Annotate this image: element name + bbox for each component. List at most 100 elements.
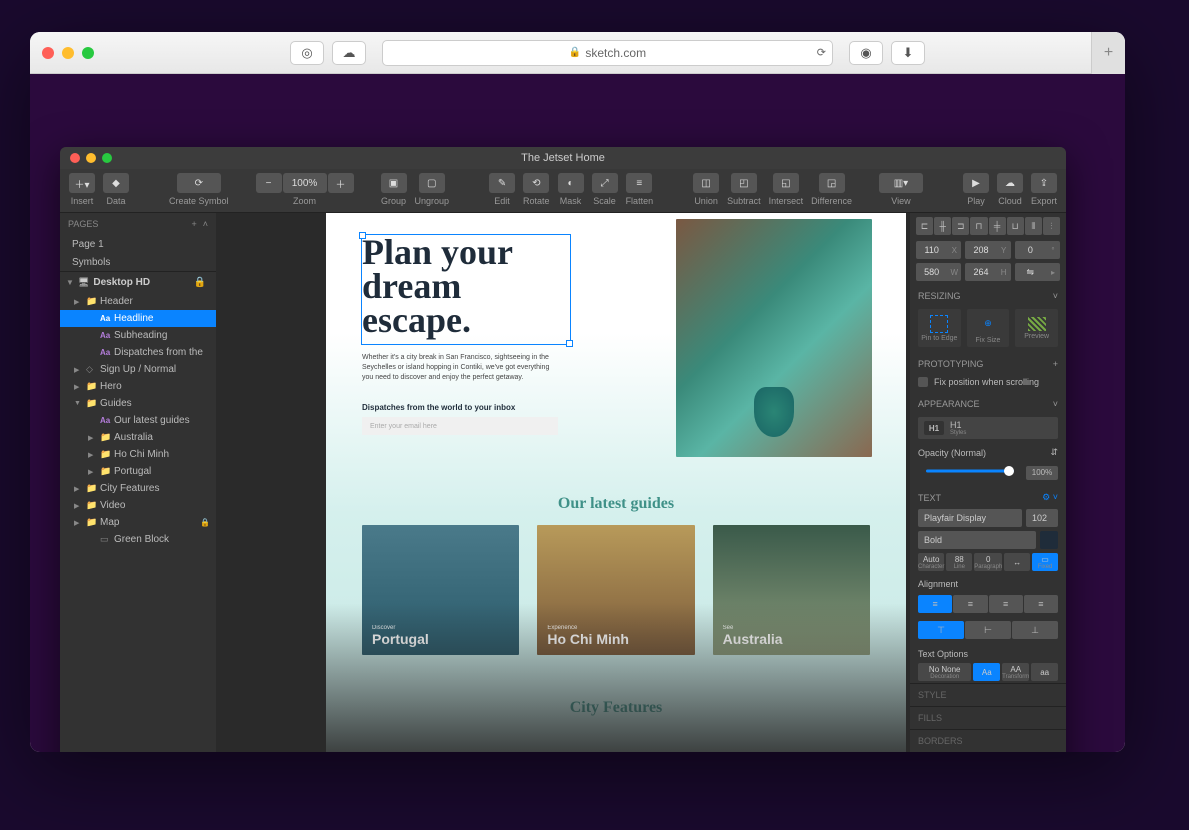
page-item[interactable]: Symbols <box>60 253 216 271</box>
rotation-input[interactable]: 0° <box>1015 241 1060 259</box>
text-align-right[interactable]: ≡ <box>989 595 1023 613</box>
layer-row[interactable]: ▶📁City Features <box>60 480 216 497</box>
text-color-swatch[interactable] <box>1040 531 1058 549</box>
email-input-placeholder[interactable]: Enter your email here <box>362 417 558 435</box>
layer-row[interactable]: ▶📁Ho Chi Minh <box>60 446 216 463</box>
layer-row[interactable]: ▶📁Hero <box>60 378 216 395</box>
create-symbol-tool[interactable]: ⟳Create Symbol <box>169 173 229 208</box>
text-transform-none[interactable]: Aa <box>973 663 1000 681</box>
layer-row[interactable]: AaOur latest guides <box>60 412 216 429</box>
fills-section[interactable]: FILLS <box>910 706 1066 729</box>
export-tool[interactable]: ⇪Export <box>1031 173 1057 208</box>
align-center-h-button[interactable]: ╫ <box>934 217 951 235</box>
text-valign-bottom[interactable]: ⊥ <box>1012 621 1058 639</box>
insert-tool[interactable]: ＋▾Insert <box>69 173 95 208</box>
intersect-tool[interactable]: ◱Intersect <box>769 173 804 208</box>
text-decoration[interactable]: No NoneDecoration <box>918 663 971 681</box>
text-align-left[interactable]: ≡ <box>918 595 952 613</box>
new-tab-button[interactable]: + <box>1091 32 1125 74</box>
hero-image[interactable] <box>676 219 872 457</box>
fixed-width-button[interactable]: ▭Fixed <box>1032 553 1058 571</box>
mask-tool[interactable]: ◐Mask <box>558 173 584 208</box>
add-page-icon[interactable]: + <box>191 219 196 229</box>
align-bottom-button[interactable]: ⊔ <box>1007 217 1024 235</box>
scale-tool[interactable]: ⤢Scale <box>592 173 618 208</box>
flip-controls[interactable]: ⇋▸ <box>1015 263 1060 281</box>
layer-row[interactable]: ▶📁Portugal <box>60 463 216 480</box>
appearance-header[interactable]: APPEARANCE˅ <box>910 391 1066 413</box>
text-transform-lower[interactable]: aa <box>1031 663 1058 681</box>
opacity-value[interactable]: 100% <box>1026 466 1058 480</box>
union-tool[interactable]: ◫Union <box>693 173 719 208</box>
pin-to-edge-button[interactable]: Pin to Edge <box>918 309 961 347</box>
layer-row[interactable]: ▶📁Australia <box>60 429 216 446</box>
layer-row[interactable]: ▶◇Sign Up / Normal <box>60 361 216 378</box>
artboard-header[interactable]: ▼ 🖥 Desktop HD 🔒 <box>60 271 216 293</box>
reader-button[interactable]: ◉ <box>849 41 883 65</box>
privacy-report-button[interactable]: ◎ <box>290 41 324 65</box>
subtract-tool[interactable]: ◰Subtract <box>727 173 761 208</box>
layer-row[interactable]: ▶📁Video <box>60 497 216 514</box>
borders-section[interactable]: BORDERS <box>910 729 1066 752</box>
page-item[interactable]: Page 1 <box>60 235 216 253</box>
distribute-h-button[interactable]: ⫴ <box>1025 217 1042 235</box>
layer-row[interactable]: AaHeadline <box>60 310 216 327</box>
text-valign-middle[interactable]: ⊢ <box>965 621 1011 639</box>
font-weight-input[interactable]: Bold <box>918 531 1036 549</box>
icloud-button[interactable]: ☁ <box>332 41 366 65</box>
layer-row[interactable]: AaDispatches from the <box>60 344 216 361</box>
y-input[interactable]: 208Y <box>965 241 1010 259</box>
fix-position-checkbox[interactable]: Fix position when scrolling <box>910 373 1066 391</box>
layer-row[interactable]: ▭Green Block <box>60 531 216 548</box>
difference-tool[interactable]: ◲Difference <box>811 173 852 208</box>
ungroup-tool[interactable]: ▢Ungroup <box>415 173 450 208</box>
subheading-text[interactable]: Whether it's a city break in San Francis… <box>362 353 557 382</box>
layer-row[interactable]: ▶📁Header <box>60 293 216 310</box>
font-family-input[interactable]: Playfair Display <box>918 509 1022 527</box>
character-spacing[interactable]: AutoCharacter <box>918 553 944 571</box>
cloud-tool[interactable]: ☁Cloud <box>997 173 1023 208</box>
text-valign-top[interactable]: ⊤ <box>918 621 964 639</box>
rotate-tool[interactable]: ⟲Rotate <box>523 173 550 208</box>
group-tool[interactable]: ▣Group <box>381 173 407 208</box>
align-center-v-button[interactable]: ╪ <box>989 217 1006 235</box>
line-height[interactable]: 88Line <box>946 553 972 571</box>
text-transform-upper[interactable]: AATransform <box>1002 663 1029 681</box>
distribute-v-button[interactable]: ⫶ <box>1043 217 1060 235</box>
play-tool[interactable]: ▶Play <box>963 173 989 208</box>
guides-title[interactable]: Our latest guides <box>326 495 906 513</box>
sketch-maximize-button[interactable] <box>102 153 112 163</box>
minimize-window-button[interactable] <box>62 47 74 59</box>
layer-row[interactable]: ▼📁Guides <box>60 395 216 412</box>
dispatch-label[interactable]: Dispatches from the world to your inbox <box>362 403 515 412</box>
downloads-button[interactable]: ⬇ <box>891 41 925 65</box>
align-left-button[interactable]: ⊏ <box>916 217 933 235</box>
layer-row[interactable]: ▶📁Map🔒 <box>60 514 216 531</box>
height-input[interactable]: 264H <box>965 263 1010 281</box>
font-size-input[interactable]: 102 <box>1026 509 1058 527</box>
headline-layer[interactable]: Plan your dream escape. <box>362 235 570 344</box>
view-tool[interactable]: ▥▾View <box>879 173 923 208</box>
collapse-pages-icon[interactable]: ˄ <box>203 219 208 229</box>
align-top-button[interactable]: ⊓ <box>970 217 987 235</box>
edit-tool[interactable]: ✎Edit <box>489 173 515 208</box>
text-align-center[interactable]: ≡ <box>953 595 987 613</box>
layer-row[interactable]: AaSubheading <box>60 327 216 344</box>
text-style-selector[interactable]: H1 H1Styles <box>918 417 1058 439</box>
reload-icon[interactable]: ⟳ <box>817 46 826 59</box>
prototyping-header[interactable]: PROTOTYPING+ <box>910 351 1066 373</box>
flatten-tool[interactable]: ≡Flatten <box>626 173 654 208</box>
paragraph-spacing[interactable]: 0Paragraph <box>974 553 1002 571</box>
close-window-button[interactable] <box>42 47 54 59</box>
data-tool[interactable]: ◆Data <box>103 173 129 208</box>
width-input[interactable]: 580W <box>916 263 961 281</box>
maximize-window-button[interactable] <box>82 47 94 59</box>
canvas[interactable]: Plan your dream escape. Whether it's a c… <box>216 213 910 752</box>
style-section[interactable]: STYLE <box>910 683 1066 706</box>
resize-preview-button[interactable]: Preview <box>1015 309 1058 347</box>
auto-width-button[interactable]: ↔ <box>1004 553 1030 571</box>
align-right-button[interactable]: ⊐ <box>952 217 969 235</box>
text-align-justify[interactable]: ≡ <box>1024 595 1058 613</box>
sketch-minimize-button[interactable] <box>86 153 96 163</box>
fix-size-button[interactable]: ⊕Fix Size <box>967 309 1010 347</box>
